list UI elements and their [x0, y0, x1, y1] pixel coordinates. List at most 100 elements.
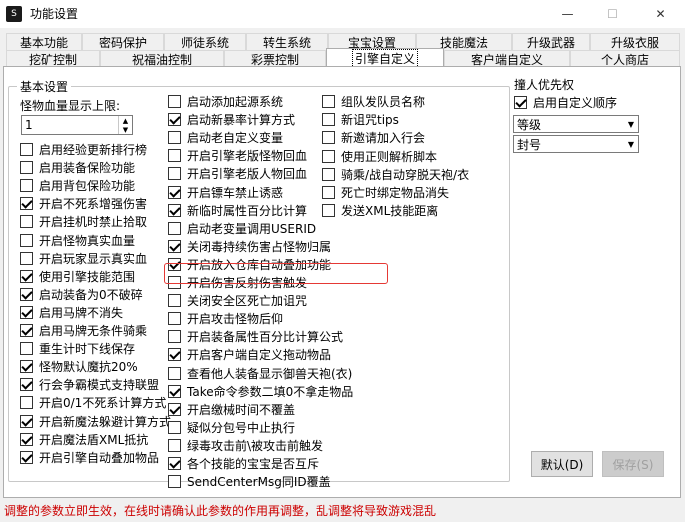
option-checkbox[interactable]: 开启怪物真实血量 — [20, 232, 135, 249]
option-checkbox[interactable]: 开启引擎老版怪物回血 — [168, 147, 307, 164]
tab-basic-function[interactable]: 基本功能 — [6, 33, 82, 50]
priority-select-1[interactable]: 等级 ▼ — [513, 115, 639, 133]
option-checkbox[interactable]: 关闭安全区死亡加诅咒 — [168, 292, 307, 309]
option-checkbox[interactable]: 开启镖车禁止诱惑 — [168, 184, 283, 201]
tab-lottery-control[interactable]: 彩票控制 — [224, 50, 326, 67]
option-checkbox[interactable]: 新临时属性百分比计算 — [168, 202, 307, 219]
option-checkbox[interactable]: 开启装备属性百分比计算公式 — [168, 328, 343, 345]
option-checkbox[interactable]: 死亡时绑定物品消失 — [322, 184, 449, 201]
checkbox-box[interactable] — [168, 348, 181, 362]
checkbox-box[interactable] — [20, 342, 33, 356]
option-checkbox[interactable]: 启动老变量调用USERID — [168, 220, 316, 237]
checkbox-box[interactable] — [168, 475, 181, 489]
hp-limit-spinbox[interactable]: 1 ▲ ▼ — [21, 115, 133, 135]
hp-limit-value[interactable]: 1 — [22, 116, 118, 134]
checkbox-box[interactable] — [20, 251, 33, 265]
option-checkbox[interactable]: 开启魔法盾XML抵抗 — [20, 431, 148, 448]
tab-master-system[interactable]: 师徒系统 — [164, 33, 246, 50]
checkbox-box[interactable] — [168, 294, 181, 308]
checkbox-box[interactable] — [20, 432, 33, 446]
option-checkbox[interactable]: 开启客户端自定义拖动物品 — [168, 346, 331, 363]
option-checkbox[interactable]: 开启玩家显示真实血 — [20, 250, 147, 267]
checkbox-box[interactable] — [322, 186, 335, 199]
checkbox-box[interactable] — [20, 305, 33, 319]
close-button[interactable]: ✕ — [638, 0, 683, 28]
checkbox-box[interactable] — [322, 113, 335, 127]
checkbox-box[interactable] — [322, 131, 335, 145]
checkbox-box[interactable] — [20, 269, 33, 283]
tab-personal-shop[interactable]: 个人商店 — [570, 50, 680, 67]
option-checkbox[interactable]: 开启0/1不死系计算方式 — [20, 394, 166, 411]
tab-client-custom[interactable]: 客户端自定义 — [444, 50, 570, 67]
checkbox-box[interactable] — [168, 402, 181, 416]
option-checkbox[interactable]: 发送XML技能距离 — [322, 202, 438, 219]
checkbox-box[interactable] — [20, 396, 33, 410]
option-checkbox[interactable]: 绿毒攻击前\被攻击前触发 — [168, 437, 323, 454]
checkbox-box[interactable] — [168, 420, 181, 434]
checkbox-box[interactable] — [20, 143, 33, 156]
option-checkbox[interactable]: 开启缴械时间不覆盖 — [168, 401, 295, 418]
save-button[interactable]: 保存(S) — [602, 451, 664, 477]
option-checkbox[interactable]: Take命令参数二填0不拿走物品 — [168, 383, 353, 400]
checkbox-box[interactable] — [20, 378, 33, 392]
chevron-down-icon[interactable]: ▼ — [624, 116, 638, 132]
option-checkbox[interactable]: 各个技能的宝宝是否互斥 — [168, 455, 319, 472]
checkbox-box[interactable] — [20, 179, 33, 193]
checkbox-box[interactable] — [20, 414, 33, 428]
option-checkbox[interactable]: 启动装备为0不破碎 — [20, 286, 143, 303]
checkbox-box[interactable] — [20, 324, 33, 337]
tab-password-protect[interactable]: 密码保护 — [82, 33, 164, 50]
custom-order-checkbox[interactable]: 启用自定义顺序 — [514, 94, 617, 111]
option-checkbox[interactable]: 重生计时下线保存 — [20, 340, 135, 357]
tab-engine-custom[interactable]: 引擎自定义 — [326, 48, 444, 68]
minimize-button[interactable]: — — [545, 0, 590, 28]
option-checkbox[interactable]: 新邀请加入行会 — [322, 129, 425, 146]
checkbox-box[interactable] — [20, 215, 33, 229]
checkbox-box[interactable] — [168, 113, 181, 127]
checkbox-box[interactable] — [168, 457, 181, 470]
checkbox-box[interactable] — [168, 167, 181, 181]
option-checkbox[interactable]: 组队发队员名称 — [322, 93, 425, 110]
checkbox-box[interactable] — [168, 95, 181, 108]
option-checkbox[interactable]: 启用背包保险功能 — [20, 177, 135, 194]
tab-upgrade-weapon[interactable]: 升级武器 — [512, 33, 590, 50]
checkbox-box[interactable] — [168, 239, 181, 253]
spin-up-icon[interactable]: ▲ — [119, 116, 132, 125]
option-checkbox[interactable]: 启用经验更新排行榜 — [20, 141, 147, 158]
option-checkbox[interactable]: 启动添加起源系统 — [168, 93, 283, 110]
maximize-button[interactable]: ☐ — [590, 0, 635, 28]
checkbox-box[interactable] — [168, 312, 181, 326]
option-checkbox[interactable]: 启用马牌不消失 — [20, 304, 123, 321]
checkbox-box[interactable] — [168, 185, 181, 199]
option-checkbox[interactable]: 使用正则解析脚本 — [322, 148, 437, 165]
checkbox-box[interactable] — [20, 233, 33, 247]
checkbox-box[interactable] — [168, 330, 181, 344]
option-checkbox[interactable]: 启动老自定义变量 — [168, 129, 283, 146]
tab-upgrade-clothes[interactable]: 升级衣服 — [590, 33, 680, 50]
priority-select-2[interactable]: 封号 ▼ — [513, 135, 639, 153]
tab-mining-control[interactable]: 挖矿控制 — [6, 50, 100, 67]
checkbox-box[interactable] — [168, 131, 181, 145]
checkbox-box[interactable] — [322, 149, 335, 163]
option-checkbox[interactable]: 启用马牌无条件骑乘 — [20, 322, 147, 339]
option-checkbox[interactable]: 新诅咒tips — [322, 111, 399, 128]
tab-rebirth-system[interactable]: 转生系统 — [246, 33, 328, 50]
option-checkbox[interactable]: 怪物默认魔抗20% — [20, 358, 138, 375]
option-checkbox[interactable]: 启用装备保险功能 — [20, 159, 135, 176]
option-checkbox[interactable]: SendCenterMsg同ID覆盖 — [168, 473, 331, 490]
option-checkbox[interactable]: 关闭毒持续伤害占怪物归属 — [168, 238, 331, 255]
checkbox-box[interactable] — [322, 95, 335, 108]
default-button[interactable]: 默认(D) — [531, 451, 593, 477]
checkbox-box[interactable] — [20, 360, 33, 374]
option-checkbox[interactable]: 疑似分包号中止执行 — [168, 419, 295, 436]
checkbox-box[interactable] — [20, 197, 33, 211]
option-checkbox[interactable]: 开启新魔法躲避计算方式 — [20, 413, 171, 430]
checkbox-box[interactable] — [20, 287, 33, 301]
option-checkbox[interactable]: 查看他人装备显示御兽天袍(衣) — [168, 365, 352, 382]
option-checkbox[interactable]: 开启攻击怪物后仰 — [168, 310, 283, 327]
option-checkbox[interactable]: 开启挂机时禁止拾取 — [20, 213, 147, 230]
checkbox-box[interactable] — [168, 221, 181, 235]
option-checkbox[interactable]: 行会争霸模式支持联盟 — [20, 376, 159, 393]
option-checkbox[interactable]: 开启引擎自动叠加物品 — [20, 449, 159, 466]
checkbox-box[interactable] — [168, 203, 181, 217]
